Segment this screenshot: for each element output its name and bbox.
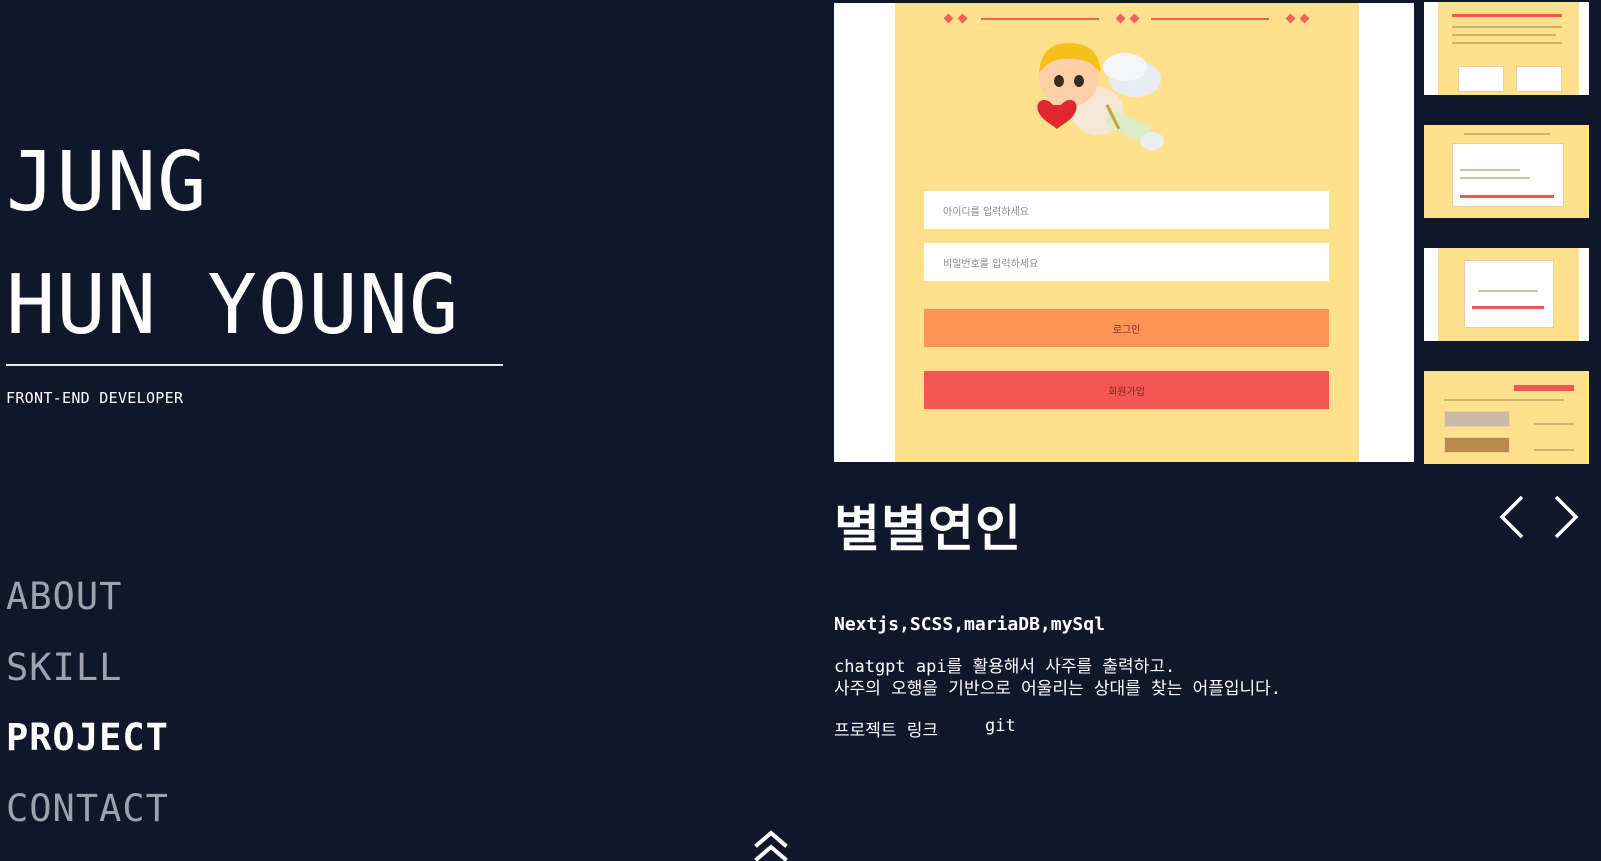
preview-login-button: 로그인 <box>924 309 1329 347</box>
prev-button[interactable] <box>1497 494 1527 540</box>
nav-item-about[interactable]: ABOUT <box>6 578 122 615</box>
git-link[interactable]: git <box>985 716 1016 736</box>
name-line-second: HUN YOUNG <box>6 258 460 353</box>
preview-signup-button: 회원가입 <box>924 371 1329 409</box>
name-line-first: JUNG <box>6 135 208 230</box>
role-subtitle: FRONT-END DEVELOPER <box>6 389 184 407</box>
project-main-preview: 아이디를 입력하세요 비밀번호를 입력하세요 로그인 회원가입 <box>834 3 1414 462</box>
portfolio-page: JUNG HUN YOUNG FRONT-END DEVELOPER ABOUT… <box>0 0 1601 861</box>
preview-id-field: 아이디를 입력하세요 <box>924 191 1329 229</box>
project-link[interactable]: 프로젝트 링크 <box>834 721 938 741</box>
project-links: 프로젝트 링크 git <box>834 716 1016 741</box>
project-description: chatgpt api를 활용해서 사주를 출력하고. 사주의 오행을 기반으로… <box>834 657 1282 699</box>
decorative-border <box>895 13 1359 24</box>
thumbnail-3[interactable] <box>1424 248 1589 341</box>
double-chevron-up-icon <box>754 830 788 861</box>
name-divider <box>6 364 503 366</box>
chevron-right-icon <box>1554 495 1579 539</box>
thumbnail-1[interactable] <box>1424 2 1589 95</box>
preview-login-screen: 아이디를 입력하세요 비밀번호를 입력하세요 로그인 회원가입 <box>895 3 1359 462</box>
nav-item-contact[interactable]: CONTACT <box>6 790 169 827</box>
scroll-top-button[interactable] <box>754 830 788 861</box>
nav-item-skill[interactable]: SKILL <box>6 649 122 686</box>
nav-item-project[interactable]: PROJECT <box>6 719 169 756</box>
chevron-left-icon <box>1499 495 1524 539</box>
thumbnail-4[interactable] <box>1424 371 1589 464</box>
project-tech-stack: Nextjs,SCSS,mariaDB,mySql <box>834 614 1105 635</box>
cupid-illustration <box>1037 43 1164 150</box>
preview-password-field: 비밀번호를 입력하세요 <box>924 243 1329 281</box>
thumbnail-2[interactable] <box>1424 125 1589 218</box>
next-button[interactable] <box>1551 494 1581 540</box>
project-title: 별별연인 <box>834 500 1022 558</box>
